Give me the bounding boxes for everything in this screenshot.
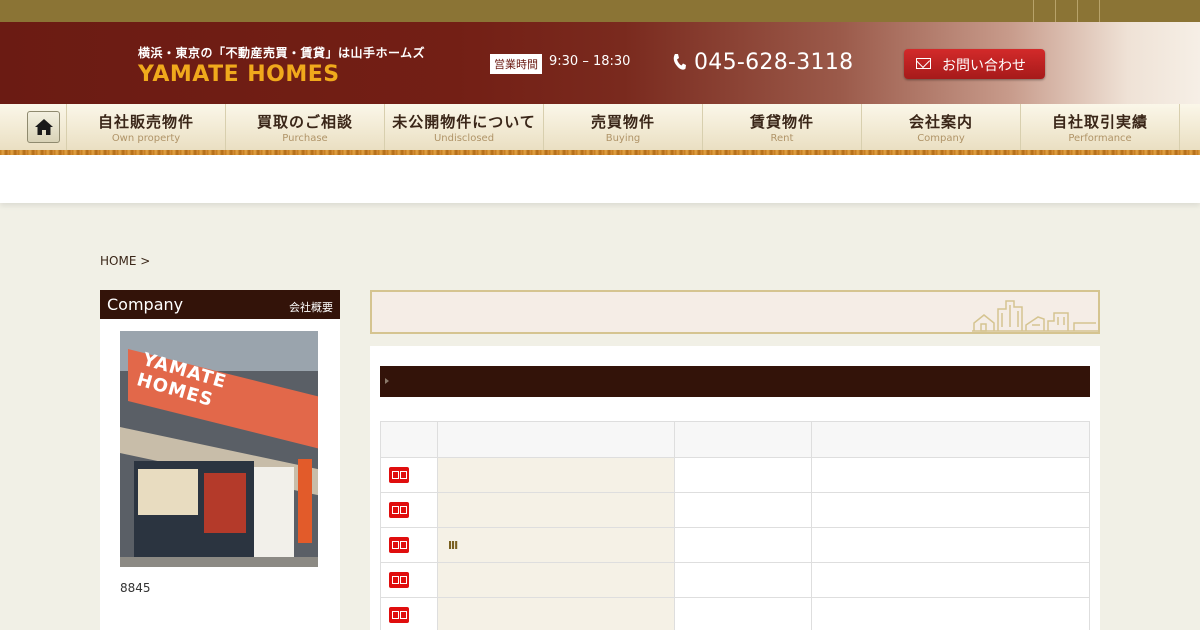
sidebar-heading-en: Company bbox=[107, 295, 184, 314]
table-header-cell bbox=[673, 421, 813, 458]
nav-item-label: 自社取引実績 bbox=[1051, 113, 1148, 131]
table-cell bbox=[380, 597, 438, 630]
photo-floor bbox=[120, 557, 318, 567]
table-cell bbox=[811, 527, 1090, 563]
table-row[interactable] bbox=[380, 457, 1090, 493]
header-spacer-band bbox=[0, 155, 1200, 203]
table-row[interactable] bbox=[380, 492, 1090, 528]
table-cell bbox=[436, 562, 675, 598]
top-bar-divider bbox=[1055, 0, 1056, 22]
table-row[interactable]: III bbox=[380, 527, 1090, 563]
nav-item-sublabel: Own property bbox=[111, 133, 181, 144]
table-row[interactable] bbox=[380, 597, 1090, 630]
table-cell bbox=[673, 597, 813, 630]
sidebar: Company 会社概要 YAMATE HOMES 8845 bbox=[100, 290, 340, 630]
nav-item-performance[interactable]: 自社取引実績 Performance bbox=[1020, 104, 1180, 150]
contact-button-label: お問い合わせ bbox=[942, 58, 1026, 74]
photo-banner-flag bbox=[298, 459, 312, 543]
top-bar-divider bbox=[1099, 0, 1100, 22]
content-panel: III bbox=[370, 346, 1100, 630]
nav-item-sublabel: Buying bbox=[605, 133, 641, 144]
table-cell bbox=[811, 562, 1090, 598]
cityscape-icon bbox=[972, 300, 1098, 332]
nav-item-own-property[interactable]: 自社販売物件 Own property bbox=[66, 104, 225, 150]
nav-item-purchase[interactable]: 買取のご相談 Purchase bbox=[225, 104, 384, 150]
phone-number[interactable]: 045-628-3118 bbox=[694, 50, 853, 75]
page-title-box bbox=[370, 290, 1100, 334]
new-badge-icon bbox=[389, 502, 409, 518]
home-button[interactable] bbox=[27, 111, 60, 143]
section-heading-arrow-icon bbox=[385, 378, 389, 384]
table-cell bbox=[436, 597, 675, 630]
nav-item-label: 会社案内 bbox=[908, 113, 973, 131]
section-heading bbox=[380, 366, 1090, 397]
table-cell: III bbox=[436, 527, 675, 563]
nav-item-label: 買取のご相談 bbox=[256, 113, 353, 131]
table-cell bbox=[673, 527, 813, 563]
nav-item-sublabel: Performance bbox=[1068, 133, 1132, 144]
sidebar-code: 8845 bbox=[120, 581, 151, 595]
phone-icon bbox=[672, 53, 688, 73]
nav-item-sublabel: Purchase bbox=[282, 133, 328, 144]
table-cell-mark: III bbox=[447, 539, 458, 552]
nav-item-sublabel: Company bbox=[917, 133, 965, 144]
nav-item-company[interactable]: 会社案内 Company bbox=[861, 104, 1020, 150]
table-header-cell bbox=[380, 421, 438, 458]
top-bar-divider bbox=[1077, 0, 1078, 22]
table-header-cell bbox=[811, 421, 1090, 458]
table-cell bbox=[811, 597, 1090, 630]
photo-poster bbox=[204, 473, 246, 533]
photo-listing-board bbox=[254, 467, 294, 563]
breadcrumb[interactable]: HOME > bbox=[100, 254, 150, 268]
table-cell bbox=[811, 457, 1090, 493]
top-bar bbox=[0, 0, 1200, 22]
nav-item-label: 未公開物件について bbox=[392, 113, 536, 131]
home-icon bbox=[35, 119, 53, 135]
new-badge-icon bbox=[389, 467, 409, 483]
table-cell bbox=[380, 492, 438, 528]
contact-button[interactable]: お問い合わせ bbox=[904, 49, 1045, 79]
nav-item-label: 賃貸物件 bbox=[749, 113, 814, 131]
new-badge-icon bbox=[389, 607, 409, 623]
table-cell bbox=[436, 457, 675, 493]
business-hours-time: 9:30 – 18:30 bbox=[549, 54, 631, 69]
table-cell bbox=[673, 457, 813, 493]
nav-item-sublabel: Rent bbox=[770, 133, 794, 144]
site-tagline: 横浜・東京の「不動産売買・賃貸」は山手ホームズ bbox=[138, 46, 426, 60]
photo-poster bbox=[138, 469, 198, 515]
site-header: 横浜・東京の「不動産売買・賃貸」は山手ホームズ YAMATE HOMES 営業時… bbox=[0, 22, 1200, 104]
table-header-row bbox=[380, 421, 1090, 458]
table-header-cell bbox=[436, 421, 675, 458]
new-badge-icon bbox=[389, 537, 409, 553]
listing-table: III bbox=[380, 421, 1090, 630]
table-cell bbox=[811, 492, 1090, 528]
site-logo[interactable]: YAMATE HOMES bbox=[138, 62, 340, 87]
nav-item-label: 自社販売物件 bbox=[97, 113, 194, 131]
table-cell bbox=[380, 457, 438, 493]
storefront-photo: YAMATE HOMES bbox=[120, 331, 318, 567]
business-hours-badge: 営業時間 bbox=[490, 54, 542, 74]
table-cell bbox=[380, 562, 438, 598]
sidebar-heading-jp: 会社概要 bbox=[289, 301, 333, 314]
table-row[interactable] bbox=[380, 562, 1090, 598]
nav-item-label: 売買物件 bbox=[590, 113, 655, 131]
nav-item-rent[interactable]: 賃貸物件 Rent bbox=[702, 104, 861, 150]
main-nav: 自社販売物件 Own property 買取のご相談 Purchase 未公開物… bbox=[0, 104, 1200, 150]
mail-icon bbox=[916, 58, 931, 69]
table-cell bbox=[380, 527, 438, 563]
top-bar-divider bbox=[1033, 0, 1034, 22]
nav-item-buying[interactable]: 売買物件 Buying bbox=[543, 104, 702, 150]
sidebar-heading: Company 会社概要 bbox=[100, 290, 340, 319]
nav-item-undisclosed[interactable]: 未公開物件について Undisclosed bbox=[384, 104, 543, 150]
nav-item-sublabel: Undisclosed bbox=[433, 133, 495, 144]
table-cell bbox=[673, 492, 813, 528]
table-cell bbox=[673, 562, 813, 598]
table-cell bbox=[436, 492, 675, 528]
new-badge-icon bbox=[389, 572, 409, 588]
